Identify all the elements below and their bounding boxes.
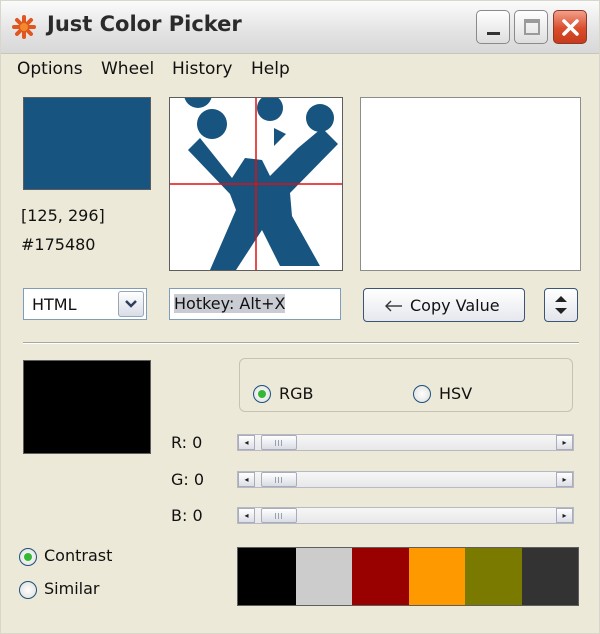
radio-similar-label[interactable]: Similar	[44, 579, 99, 598]
slider-b[interactable]: ◂ ▸	[237, 507, 574, 524]
palette-swatch[interactable]	[522, 548, 578, 605]
magnified-image	[170, 98, 342, 270]
radio-contrast[interactable]	[19, 548, 37, 566]
hotkey-field[interactable]: Hotkey: Alt+X	[169, 288, 341, 320]
zoom-magnifier	[169, 97, 343, 271]
menu-options[interactable]: Options	[17, 59, 83, 79]
slider-b-right-button[interactable]: ▸	[556, 508, 573, 523]
palette-swatch[interactable]	[238, 548, 296, 605]
palette-swatch[interactable]	[352, 548, 409, 605]
slider-g-left-button[interactable]: ◂	[238, 472, 255, 487]
radio-hsv-label[interactable]: HSV	[439, 384, 472, 403]
radio-hsv[interactable]	[413, 385, 431, 403]
picked-hex-value: #175480	[21, 235, 96, 254]
asterisk-picker-icon	[12, 15, 36, 39]
format-select[interactable]: HTML	[23, 288, 147, 320]
slider-b-thumb[interactable]	[261, 508, 297, 523]
title-bar[interactable]: Just Color Picker	[1, 1, 599, 54]
app-window: Just Color Picker Options Wheel History …	[0, 0, 600, 634]
palette-swatch[interactable]	[296, 548, 352, 605]
slider-r-thumb[interactable]	[261, 435, 297, 450]
color-palette	[237, 547, 579, 606]
secondary-color-swatch	[23, 360, 151, 454]
menu-history[interactable]: History	[172, 59, 232, 79]
slider-g-thumb[interactable]	[261, 472, 297, 487]
format-selected-value: HTML	[32, 295, 77, 314]
slider-g[interactable]: ◂ ▸	[237, 471, 574, 488]
chevron-down-icon	[125, 300, 137, 308]
radio-selected-dot	[258, 390, 266, 398]
slider-g-right-button[interactable]: ▸	[556, 472, 573, 487]
radio-similar[interactable]	[19, 581, 37, 599]
copy-value-label: Copy Value	[410, 296, 500, 315]
menu-bar: Options Wheel History Help	[1, 54, 599, 84]
palette-swatch[interactable]	[409, 548, 465, 605]
radio-rgb-label[interactable]: RGB	[279, 384, 314, 403]
slider-b-left-button[interactable]: ◂	[238, 508, 255, 523]
format-dropdown-button[interactable]	[118, 291, 144, 317]
picked-color-swatch	[23, 97, 151, 190]
up-down-icon	[555, 296, 567, 314]
arrow-left-icon	[385, 300, 402, 312]
radio-rgb[interactable]	[253, 385, 271, 403]
maximize-button[interactable]	[514, 10, 548, 44]
maximize-icon	[524, 19, 540, 35]
radio-contrast-label[interactable]: Contrast	[44, 546, 112, 565]
cursor-coordinates: [125, 296]	[21, 206, 105, 225]
palette-swatch[interactable]	[465, 548, 522, 605]
menu-wheel[interactable]: Wheel	[101, 59, 154, 79]
slider-r-right-button[interactable]: ▸	[556, 435, 573, 450]
preview-panel	[360, 97, 581, 271]
close-button[interactable]	[553, 10, 587, 44]
slider-b-label: B: 0	[171, 506, 203, 525]
slider-r-label: R: 0	[171, 433, 203, 452]
section-divider	[23, 342, 579, 344]
slider-r[interactable]: ◂ ▸	[237, 434, 574, 451]
window-title: Just Color Picker	[47, 12, 242, 36]
minimize-icon	[487, 32, 500, 35]
copy-value-button[interactable]: Copy Value	[363, 288, 525, 322]
slider-r-left-button[interactable]: ◂	[238, 435, 255, 450]
hotkey-text: Hotkey: Alt+X	[174, 294, 286, 313]
slider-g-label: G: 0	[171, 470, 205, 489]
close-icon	[562, 19, 579, 36]
radio-selected-dot	[24, 553, 32, 561]
spin-button[interactable]	[544, 288, 578, 322]
minimize-button[interactable]	[476, 10, 510, 44]
menu-help[interactable]: Help	[251, 59, 290, 79]
